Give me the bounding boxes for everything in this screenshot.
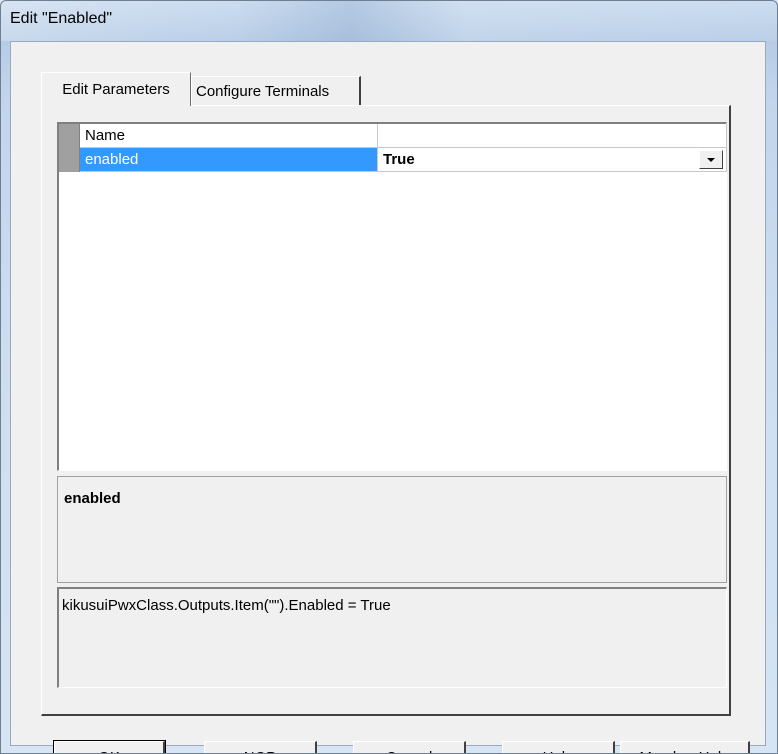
dropdown-button[interactable] [699, 150, 723, 169]
dialog-window: Edit "Enabled" Edit Parameters Configure… [0, 0, 778, 754]
parameter-value-text: True [383, 151, 415, 168]
row-selector[interactable] [59, 124, 80, 148]
description-title: enabled [64, 490, 121, 507]
ok-button[interactable]: OK [53, 740, 166, 753]
help-button[interactable]: Help [502, 741, 615, 753]
parameter-grid: Name enabled True [57, 122, 727, 471]
tab-edit-parameters[interactable]: Edit Parameters [41, 72, 191, 106]
window-title: Edit "Enabled" [10, 10, 113, 27]
cancel-button[interactable]: Cancel [353, 741, 466, 753]
grid-header-row: Name [59, 124, 727, 148]
table-row[interactable]: enabled True [59, 148, 727, 172]
description-panel: enabled [57, 476, 727, 583]
grid-header-name: Name [80, 124, 378, 148]
parameter-name-cell[interactable]: enabled [80, 148, 378, 172]
tab-configure-terminals-label: Configure Terminals [196, 83, 330, 100]
row-selector[interactable] [59, 148, 80, 172]
member-help-button[interactable]: Member Help [620, 741, 750, 753]
code-preview[interactable]: kikusuiPwxClass.Outputs.Item("").Enabled… [57, 587, 727, 688]
title-bar[interactable]: Edit "Enabled" [1, 1, 777, 41]
grid-header-value [378, 124, 727, 148]
tab-configure-terminals[interactable]: Configure Terminals [191, 76, 361, 106]
tab-edit-parameters-label: Edit Parameters [62, 81, 170, 98]
code-preview-text: kikusuiPwxClass.Outputs.Item("").Enabled… [62, 597, 391, 614]
chevron-down-icon [707, 158, 715, 162]
nop-button[interactable]: NOP [204, 741, 317, 753]
parameter-value-dropdown[interactable]: True [378, 148, 727, 172]
dialog-client-area: Edit Parameters Configure Terminals Name… [10, 41, 766, 753]
